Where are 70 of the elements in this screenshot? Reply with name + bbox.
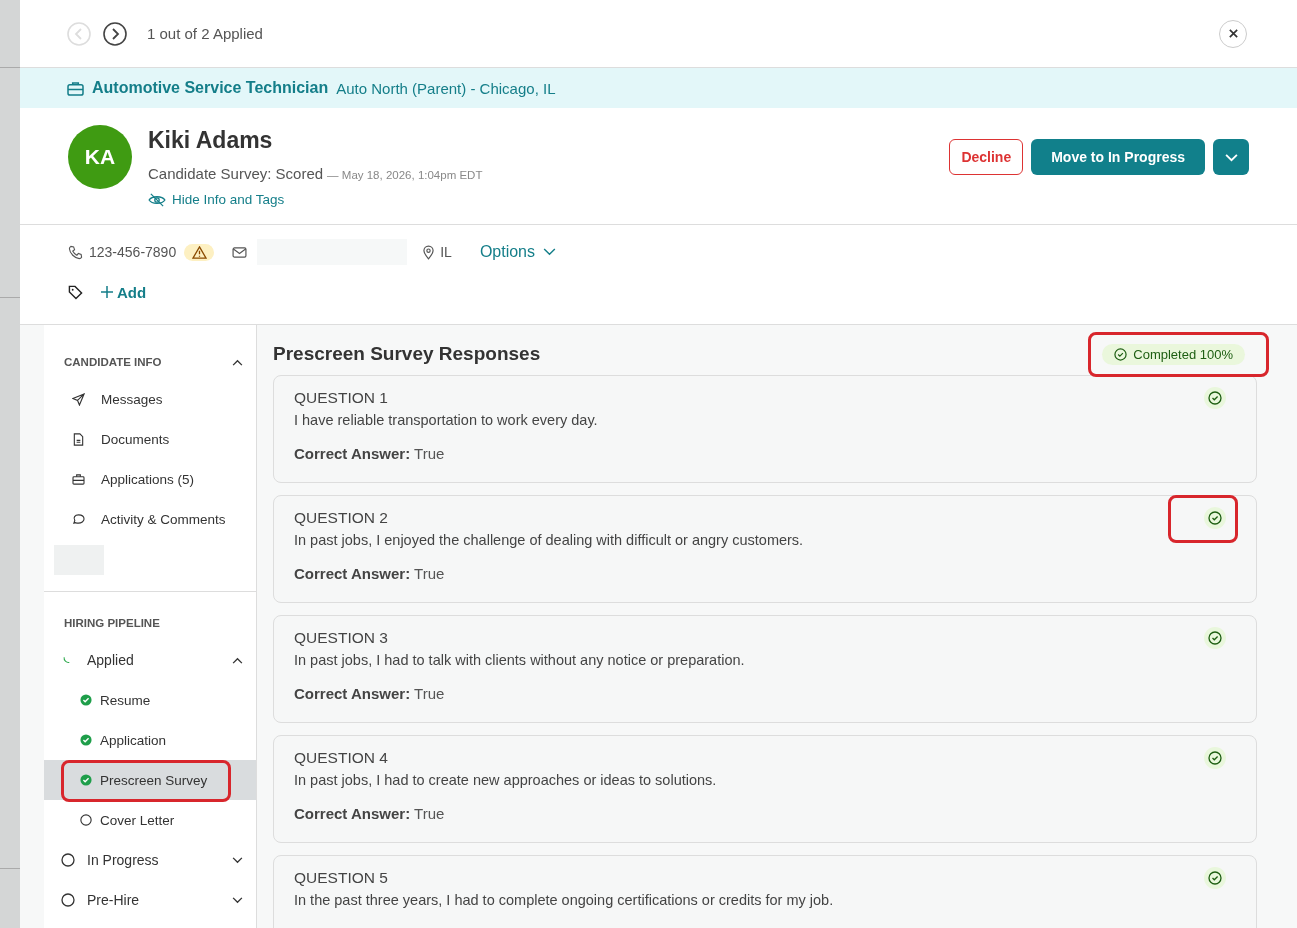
hide-info-link[interactable]: Hide Info and Tags <box>148 192 483 207</box>
add-tag-button[interactable]: Add <box>101 283 147 301</box>
eye-slash-icon <box>148 192 166 207</box>
job-title[interactable]: Automotive Service Technician <box>92 79 329 97</box>
chevron-down-icon <box>1224 152 1238 162</box>
question-title: QUESTION 5 <box>294 869 388 887</box>
pipeline-stage[interactable]: Pre-Hire <box>87 892 140 908</box>
collapse-icon[interactable] <box>232 358 243 366</box>
pager-text: 1 out of 2 Applied <box>147 25 263 42</box>
check-circle-icon <box>80 774 92 786</box>
plus-icon <box>101 286 113 298</box>
more-actions-button[interactable] <box>1213 139 1249 175</box>
status-timestamp: — May 18, 2026, 1:04pm EDT <box>327 169 483 181</box>
phone-icon <box>68 244 83 260</box>
send-icon <box>72 392 85 406</box>
chevron-down-icon <box>543 248 556 256</box>
check-circle-icon <box>80 734 92 746</box>
options-dropdown[interactable]: Options <box>479 243 556 261</box>
correct-answer: Correct Answer: True <box>294 805 446 822</box>
pipeline-step[interactable]: Resume <box>44 680 256 720</box>
question-text: I have reliable transportation to work every day. <box>294 412 599 428</box>
section-title: HIRING PIPELINE <box>64 617 160 629</box>
section-title: Prescreen Survey Responses <box>273 343 541 365</box>
question-title: QUESTION 1 <box>294 389 388 407</box>
location-pin-icon <box>423 244 435 260</box>
move-button[interactable]: Move to In Progress <box>1031 139 1205 175</box>
document-icon <box>72 432 85 446</box>
question-title: QUESTION 4 <box>294 749 388 767</box>
check-circle-icon <box>80 694 92 706</box>
chevron-icon[interactable] <box>232 856 243 864</box>
sidebar-item[interactable]: Documents <box>44 419 256 459</box>
question-text: In the past three years, I had to complete ongoing certifications or credits for my job. <box>294 892 835 908</box>
job-location: Auto North (Parent) - Chicago, IL <box>336 79 556 97</box>
sidebar-item[interactable]: Applications (5) <box>44 459 256 499</box>
empty-circle-icon <box>61 893 75 907</box>
question-text: In past jobs, I had to talk with clients without any notice or preparation. <box>294 652 746 668</box>
mail-icon <box>232 246 248 258</box>
next-button[interactable] <box>103 21 127 46</box>
survey-status: Candidate Survey: Scored <box>148 165 324 182</box>
close-button[interactable] <box>1219 19 1247 48</box>
empty-circle-icon <box>80 814 92 826</box>
pipeline-step[interactable]: Prescreen Survey <box>44 760 256 800</box>
sidebar-item[interactable]: Messages <box>44 379 256 419</box>
phone-number: 123-456-7890 <box>89 244 177 260</box>
pipeline-step[interactable]: Application <box>44 720 256 760</box>
question-text: In past jobs, I had to create new approaches or ideas to solutions. <box>294 772 718 788</box>
briefcase-icon <box>67 80 84 96</box>
pipeline-stage[interactable]: In Progress <box>87 852 159 868</box>
avatar: KA <box>68 125 132 189</box>
chevron-icon[interactable] <box>232 896 243 904</box>
close-icon <box>1227 28 1239 39</box>
correct-answer: Correct Answer: True <box>294 685 446 702</box>
question-title: QUESTION 2 <box>294 509 388 527</box>
state-text: IL <box>440 244 452 260</box>
comment-icon <box>72 513 85 525</box>
correct-answer: Correct Answer: True <box>294 565 446 582</box>
candidate-name: Kiki Adams <box>148 126 274 155</box>
tag-icon <box>68 284 83 300</box>
question-title: QUESTION 3 <box>294 629 388 647</box>
pipeline-stage[interactable]: Applied <box>87 652 134 668</box>
empty-circle-icon <box>61 853 75 867</box>
section-title: CANDIDATE INFO <box>64 356 162 368</box>
chevron-icon[interactable] <box>232 656 243 664</box>
decline-button[interactable]: Decline <box>949 139 1024 175</box>
completion-badge: Completed 100% <box>1102 343 1245 365</box>
question-text: In past jobs, I enjoyed the challenge of dealing with difficult or angry customers. <box>294 532 805 548</box>
pipeline-step[interactable]: Cover Letter <box>44 800 256 840</box>
briefcase-icon <box>72 473 85 485</box>
correct-answer: Correct Answer: True <box>294 445 446 462</box>
sidebar-item[interactable]: Activity & Comments <box>44 499 256 539</box>
